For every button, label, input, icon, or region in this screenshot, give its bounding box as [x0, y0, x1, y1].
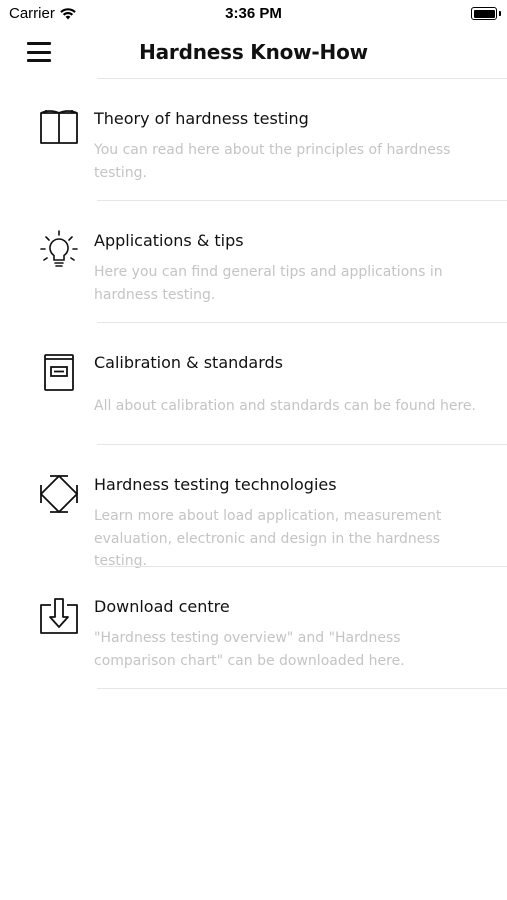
battery-icon: [471, 7, 497, 20]
list-item-theory[interactable]: Theory of hardness testing You can read …: [0, 79, 507, 201]
lightbulb-icon: [40, 230, 78, 267]
status-time: 3:36 PM: [225, 5, 282, 22]
battery-tip: [499, 11, 501, 16]
list-item-technologies[interactable]: Hardness testing technologies Learn more…: [0, 445, 507, 569]
diamond-indenter-icon: [40, 475, 78, 513]
item-description: "Hardness testing overview" and "Hardnes…: [94, 630, 405, 669]
topic-list: Theory of hardness testing You can read …: [0, 79, 507, 689]
list-item-calibration[interactable]: Calibration & standards All about calibr…: [0, 323, 507, 445]
item-description: You can read here about the principles o…: [94, 142, 451, 181]
item-title: Calibration & standards: [94, 353, 284, 372]
item-description: Learn more about load application, measu…: [94, 508, 442, 569]
item-title: Download centre: [94, 597, 230, 616]
item-title: Hardness testing technologies: [94, 475, 337, 494]
item-title: Applications & tips: [94, 231, 244, 250]
item-description: Here you can find general tips and appli…: [94, 264, 443, 303]
download-icon: [40, 598, 78, 634]
list-item-applications[interactable]: Applications & tips Here you can find ge…: [0, 201, 507, 323]
battery-level: [473, 9, 495, 18]
item-divider: [97, 688, 507, 689]
list-item-download[interactable]: Download centre "Hardness testing overvi…: [0, 567, 507, 689]
binder-icon: [44, 354, 74, 391]
navigation-bar: Hardness Know-How: [0, 32, 507, 76]
page-title: Hardness Know-How: [139, 40, 368, 64]
item-title: Theory of hardness testing: [94, 109, 309, 128]
open-book-icon: [40, 110, 78, 144]
item-description: All about calibration and standards can …: [94, 398, 476, 414]
status-bar: Carrier 3:36 PM: [0, 0, 507, 28]
